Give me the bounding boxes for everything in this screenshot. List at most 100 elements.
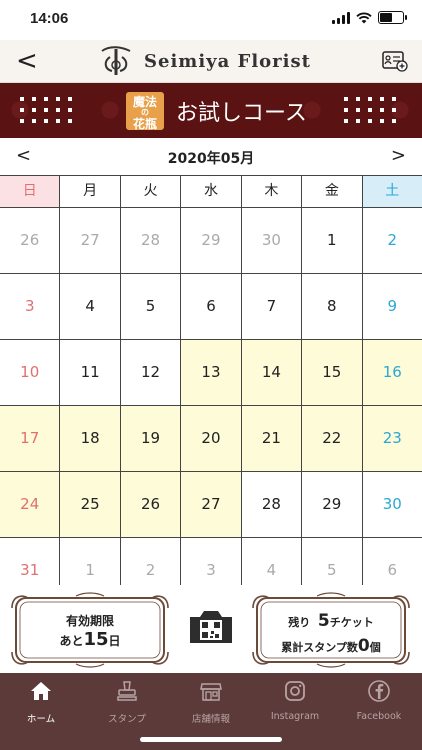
next-month-button[interactable]: > [391, 145, 406, 166]
calendar-day[interactable]: 12 [121, 340, 182, 405]
tickets-remaining: 残り 5チケット [251, 611, 411, 631]
weekday-wed: 水 [181, 176, 242, 207]
home-icon [31, 682, 51, 700]
month-navigation: < 2020年05月 > [0, 140, 422, 174]
calendar-day[interactable]: 16 [362, 340, 422, 405]
calendar-day[interactable]: 7 [242, 274, 303, 339]
calendar-week: 10 11 12 13 14 15 16 [0, 340, 422, 406]
dots-decoration-right [344, 97, 404, 123]
instagram-icon [285, 681, 305, 701]
weekday-mon: 月 [60, 176, 121, 207]
tab-home[interactable]: ホーム [6, 679, 76, 725]
tickets-remaining-count: 5 [317, 611, 330, 631]
calendar-day[interactable]: 29 [181, 208, 242, 273]
tab-facebook-label: Facebook [356, 711, 402, 722]
tickets-remaining-label: 残り [288, 616, 311, 629]
calendar-day[interactable]: 26 [120, 472, 182, 537]
calendar-day[interactable]: 23 [362, 406, 422, 471]
status-icons [332, 11, 407, 24]
calendar-day[interactable]: 9 [363, 274, 422, 339]
badge-top: 魔法 [132, 95, 157, 109]
tab-stamp-label: スタンプ [108, 714, 146, 725]
calendar-day[interactable]: 25 [60, 472, 121, 537]
stamp-count-value: 0 [357, 636, 370, 656]
calendar-day[interactable]: 10 [0, 340, 61, 405]
calendar-week: 17 18 19 20 21 22 23 [0, 406, 422, 472]
store-icon [200, 683, 222, 701]
calendar-day[interactable]: 15 [302, 340, 363, 405]
calendar-day[interactable]: 3 [0, 274, 61, 339]
home-indicator [140, 737, 282, 742]
badge-bottom: 花瓶 [132, 117, 157, 131]
calendar-day[interactable]: 2 [363, 208, 422, 273]
calendar-day[interactable]: 6 [181, 274, 242, 339]
tab-instagram-label: Instagram [270, 711, 320, 722]
info-cards: 有効期限 あと15日 残り 5チケット 累計スタンプ数0個 [0, 585, 422, 673]
weekday-header: 日 月 火 水 木 金 土 [0, 175, 422, 208]
calendar-day[interactable]: 5 [121, 274, 182, 339]
logo: Seimiya Florist [96, 42, 336, 80]
calendar-day[interactable]: 1 [302, 208, 363, 273]
logo-mark-icon [101, 46, 131, 75]
qr-camera-icon[interactable] [186, 607, 236, 647]
calendar-week: 26 27 28 29 30 1 2 [0, 208, 422, 274]
calendar-day[interactable]: 20 [181, 406, 242, 471]
member-card-icon[interactable] [382, 50, 408, 72]
tab-store-info-label: 店舗情報 [191, 714, 230, 725]
tickets-card: 残り 5チケット 累計スタンプ数0個 [251, 592, 411, 668]
tab-facebook[interactable]: Facebook [344, 679, 414, 722]
stamp-icon [117, 681, 137, 701]
calendar-day[interactable]: 29 [302, 472, 363, 537]
calendar-day[interactable]: 27 [60, 208, 121, 273]
expiry-value: あと15日 [10, 629, 170, 650]
calendar-week: 24 25 26 27 28 29 30 [0, 472, 422, 538]
weekday-sat: 土 [362, 176, 422, 207]
calendar-day[interactable]: 17 [0, 406, 61, 471]
calendar-day[interactable]: 30 [363, 472, 422, 537]
dots-decoration-left [20, 97, 80, 123]
calendar-day[interactable]: 22 [302, 406, 363, 471]
calendar-day[interactable]: 4 [60, 274, 121, 339]
calendar-day[interactable]: 28 [242, 472, 303, 537]
calendar-day[interactable]: 11 [60, 340, 121, 405]
calendar-day[interactable]: 28 [121, 208, 182, 273]
stamp-count: 累計スタンプ数0個 [251, 636, 411, 656]
course-title: お試しコース [176, 101, 307, 126]
stamp-count-label: 累計スタンプ数 [281, 641, 358, 654]
course-banner: 魔法 の 花瓶 お試しコース [0, 83, 422, 138]
calendar-day[interactable]: 14 [241, 340, 303, 405]
weekday-sun: 日 [0, 176, 61, 207]
calendar-grid: 日 月 火 水 木 金 土 26 27 28 29 30 1 2 3 4 5 6… [0, 175, 422, 603]
logo-text: Seimiya Florist [144, 50, 311, 72]
month-title: 2020年05月 [167, 151, 255, 167]
back-button[interactable]: < [16, 46, 38, 76]
calendar-day[interactable]: 21 [241, 406, 303, 471]
weekday-fri: 金 [302, 176, 363, 207]
calendar-day[interactable]: 13 [181, 340, 242, 405]
magic-vase-badge: 魔法 の 花瓶 [126, 92, 164, 131]
calendar-day[interactable]: 26 [0, 208, 61, 273]
calendar-day[interactable]: 24 [0, 472, 61, 537]
status-time: 14:06 [30, 10, 69, 27]
calendar-day[interactable]: 27 [181, 472, 242, 537]
weekday-tue: 火 [121, 176, 182, 207]
wifi-icon [356, 12, 372, 23]
badge-mid: の [141, 108, 149, 117]
tickets-remaining-unit: チケット [329, 616, 374, 629]
expiry-suffix: 日 [108, 634, 121, 648]
tab-store-info[interactable]: 店舗情報 [176, 679, 246, 725]
calendar-day[interactable]: 19 [120, 406, 182, 471]
tab-instagram[interactable]: Instagram [260, 679, 330, 722]
tab-stamp[interactable]: スタンプ [92, 679, 162, 725]
weekday-thu: 木 [242, 176, 303, 207]
tab-bar: ホーム スタンプ 店舗情報 Instagram Facebook [0, 673, 422, 750]
calendar-day[interactable]: 18 [60, 406, 121, 471]
stamp-count-unit: 個 [369, 641, 381, 654]
calendar-week: 3 4 5 6 7 8 9 [0, 274, 422, 340]
expiry-card: 有効期限 あと15日 [10, 592, 170, 668]
signal-icon [332, 11, 350, 24]
calendar-day[interactable]: 30 [242, 208, 303, 273]
calendar-day[interactable]: 8 [302, 274, 363, 339]
status-bar: 14:06 [0, 0, 422, 40]
app-header: < Seimiya Florist [0, 40, 422, 83]
